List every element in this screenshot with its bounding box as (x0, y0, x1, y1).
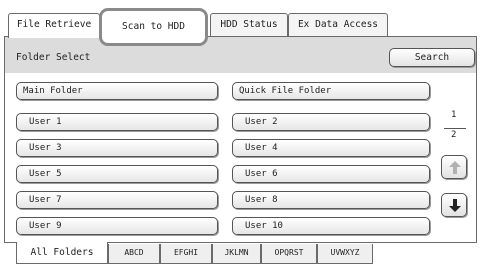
tab-hdd-status[interactable]: HDD Status (210, 13, 288, 37)
page-total: 2 (451, 130, 457, 140)
folder-user-3[interactable]: User 3 (16, 139, 218, 157)
page-divider (444, 128, 466, 129)
folder-user-5[interactable]: User 5 (16, 165, 218, 183)
main-folder-button[interactable]: Main Folder (16, 82, 218, 100)
folder-user-9[interactable]: User 9 (16, 217, 218, 235)
index-tab-abcd[interactable]: ABCD (108, 244, 160, 264)
scroll-down-button[interactable] (441, 193, 467, 217)
index-tab-jklmn[interactable]: JKLMN (212, 244, 261, 264)
index-tab-uvwxyz[interactable]: UVWXYZ (317, 244, 373, 264)
page-current: 1 (451, 110, 457, 120)
folder-user-7[interactable]: User 7 (16, 191, 218, 209)
folder-user-10[interactable]: User 10 (232, 217, 430, 235)
index-tab-efghi[interactable]: EFGHI (160, 244, 212, 264)
tab-file-retrieve[interactable]: File Retrieve (8, 13, 100, 38)
folder-user-6[interactable]: User 6 (232, 165, 430, 183)
index-tab-all-folders[interactable]: All Folders (16, 242, 108, 264)
index-tab-opqrst[interactable]: OPQRST (261, 244, 317, 264)
folder-user-1[interactable]: User 1 (16, 113, 218, 131)
arrow-up-icon (449, 161, 461, 174)
scroll-up-button[interactable] (441, 155, 467, 179)
tab-scan-to-hdd-label: Scan to HDD (122, 21, 185, 32)
search-button[interactable]: Search (389, 48, 475, 67)
folder-user-8[interactable]: User 8 (232, 191, 430, 209)
tab-ex-data-access[interactable]: Ex Data Access (288, 13, 388, 37)
tab-scan-to-hdd[interactable]: Scan to HDD (99, 8, 208, 46)
arrow-down-icon (449, 199, 461, 212)
folder-user-4[interactable]: User 4 (232, 139, 430, 157)
folder-user-2[interactable]: User 2 (232, 113, 430, 131)
quick-file-folder-button[interactable]: Quick File Folder (232, 82, 430, 100)
page-title: Folder Select (16, 52, 91, 63)
